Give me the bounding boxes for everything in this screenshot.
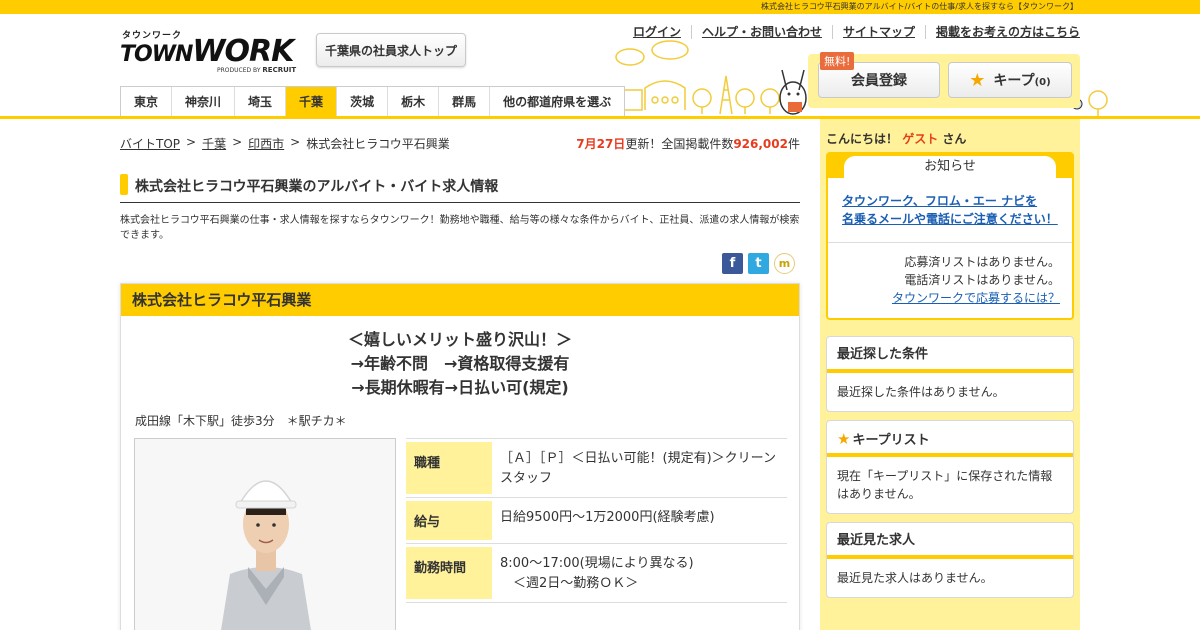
nav-tochigi[interactable]: 栃木 xyxy=(387,87,438,118)
breadcrumb-baito-top[interactable]: バイトTOP xyxy=(120,135,180,152)
access-info: 成田線「木下駅」徒歩3分 ＊駅チカ＊ xyxy=(135,414,347,428)
nav-tokyo[interactable]: 東京 xyxy=(121,87,171,118)
mixi-icon[interactable]: m xyxy=(774,253,795,274)
job-info-table: 職種 ［Ａ］［Ｐ］＜日払い可能！(規定有)＞クリーンスタッフ 給与 日給9500… xyxy=(406,438,787,603)
star-icon: ★ xyxy=(837,430,851,448)
top-strip: 株式会社ヒラコウ平石興業のアルバイト/バイトの仕事/求人を探すなら【タウンワーク… xyxy=(0,0,1200,14)
catch-copy: ＜嬉しいメリット盛り沢山！＞ →年齢不問 →資格取得支援有 →長期休暇有→日払い… xyxy=(347,330,572,397)
info-value: 8:00～17:00(現場により異なる) ＜週2日～勤務ＯＫ＞ xyxy=(500,556,694,591)
update-info: 7月27日更新！全国掲載件数926,002件 xyxy=(576,137,800,151)
nav-other-prefectures[interactable]: 他の都道府県を選ぶ xyxy=(489,87,624,118)
greeting: こんにちは！ ゲスト さん xyxy=(826,132,967,146)
townwork-logo[interactable]: タウンワーク TOWNWORK PRODUCED BY RECRUIT xyxy=(120,28,297,76)
notice-lists: 応募済リストはありません。 電話済リストはありません。 タウンワークで応募するに… xyxy=(828,243,1072,307)
top-strip-text: 株式会社ヒラコウ平石興業のアルバイト/バイトの仕事/求人を探すなら【タウンワーク… xyxy=(761,2,1078,11)
breadcrumb-current: 株式会社ヒラコウ平石興業 xyxy=(306,137,450,151)
recent-conditions-box: 最近探した条件 最近探した条件はありません。 xyxy=(826,336,1074,412)
notice-title: お知らせ xyxy=(844,156,1056,178)
logo-produced-by: PRODUCED BY RECRUIT xyxy=(217,66,297,74)
nav-gunma[interactable]: 群馬 xyxy=(438,87,489,118)
star-icon: ★ xyxy=(969,69,986,91)
advertise-link[interactable]: 掲載をお考えの方はこちら xyxy=(924,25,1080,39)
how-to-apply-link[interactable]: タウンワークで応募するには？ xyxy=(892,291,1060,305)
info-row: 職種 ［Ａ］［Ｐ］＜日払い可能！(規定有)＞クリーンスタッフ xyxy=(406,439,787,498)
recent-conditions-body: 最近探した条件はありません。 xyxy=(837,385,1005,399)
nav-kanagawa[interactable]: 神奈川 xyxy=(171,87,234,118)
breadcrumb: バイトTOP > 千葉 > 印西市 > 株式会社ヒラコウ平石興業 xyxy=(120,135,450,152)
title-bar xyxy=(120,174,128,195)
keep-list-title: キープリスト xyxy=(852,433,930,448)
pref-top-button[interactable]: 千葉県の社員求人トップ xyxy=(316,33,466,67)
page-heading: 株式会社ヒラコウ平石興業のアルバイト・バイト求人情報 xyxy=(135,179,499,195)
keep-button[interactable]: ★ キープ(0) xyxy=(948,62,1072,98)
help-link[interactable]: ヘルプ・お問い合わせ xyxy=(690,25,832,39)
page-description: 株式会社ヒラコウ平石興業の仕事・求人情報を探すならタウンワーク！勤務地や職種、給… xyxy=(120,215,800,241)
info-row: 勤務時間 8:00～17:00(現場により異なる) ＜週2日～勤務ＯＫ＞ xyxy=(406,544,787,603)
facebook-icon[interactable]: f xyxy=(722,253,743,274)
logo-word: TOWNWORK xyxy=(120,34,294,69)
notice-header: お知らせ xyxy=(828,154,1072,178)
recent-jobs-box: 最近見た求人 最近見た求人はありません。 xyxy=(826,522,1074,598)
keep-list-header: ★ キープリスト xyxy=(827,421,1073,457)
sitemap-link[interactable]: サイトマップ xyxy=(831,25,925,39)
info-value: 日給9500円～1万2000円(経験考慮) xyxy=(500,510,715,525)
keep-label: キープ xyxy=(993,73,1035,89)
keep-count: (0) xyxy=(1034,77,1051,88)
guest-name: ゲスト xyxy=(902,132,939,146)
nav-chiba[interactable]: 千葉 xyxy=(285,87,337,118)
login-link[interactable]: ログイン xyxy=(623,25,691,39)
job-card: 株式会社ヒラコウ平石興業 ＜嬉しいメリット盛り沢山！＞ →年齢不問 →資格取得支… xyxy=(120,283,800,630)
recent-jobs-title: 最近見た求人 xyxy=(827,523,1073,559)
total-count: 926,002 xyxy=(733,137,788,151)
notice-box: お知らせ タウンワーク、フロム・エー ナビを 名乗るメールや電話にご注意ください！… xyxy=(826,152,1074,320)
notice-news: タウンワーク、フロム・エー ナビを 名乗るメールや電話にご注意ください！ xyxy=(828,178,1072,243)
breadcrumb-chiba[interactable]: 千葉 xyxy=(202,135,226,152)
prefecture-nav: 東京 神奈川 埼玉 千葉 茨城 栃木 群馬 他の都道府県を選ぶ xyxy=(120,86,626,118)
header-links: ログイン ヘルプ・お問い合わせ サイトマップ 掲載をお考えの方はこちら xyxy=(623,25,1080,39)
recent-jobs-body: 最近見た求人はありません。 xyxy=(837,571,993,585)
info-label: 職種 xyxy=(406,442,492,494)
applied-list-text: 応募済リストはありません。 xyxy=(904,255,1060,269)
nav-ibaraki[interactable]: 茨城 xyxy=(336,87,387,118)
free-tag: 無料! xyxy=(820,52,855,70)
keep-list-body: 現在「キープリスト」に保存された情報はありません。 xyxy=(837,469,1053,501)
info-value: ［Ａ］［Ｐ］＜日払い可能！(規定有)＞クリーンスタッフ xyxy=(500,451,776,486)
recent-conditions-title: 最近探した条件 xyxy=(827,337,1073,373)
scam-warning-link[interactable]: タウンワーク、フロム・エー ナビを 名乗るメールや電話にご注意ください！ xyxy=(842,192,1062,228)
info-label: 勤務時間 xyxy=(406,547,492,599)
page-title: 株式会社ヒラコウ平石興業のアルバイト・バイト求人情報 xyxy=(120,174,800,203)
breadcrumb-inzai[interactable]: 印西市 xyxy=(248,135,284,152)
info-label: 給与 xyxy=(406,501,492,540)
phoned-list-text: 電話済リストはありません。 xyxy=(904,273,1060,287)
nav-saitama[interactable]: 埼玉 xyxy=(234,87,285,118)
update-date: 7月27日 xyxy=(576,137,626,151)
company-name[interactable]: 株式会社ヒラコウ平石興業 xyxy=(121,284,799,316)
share-buttons: f t m xyxy=(722,253,795,274)
info-row: 給与 日給9500円～1万2000円(経験考慮) xyxy=(406,498,787,544)
job-photo[interactable] xyxy=(134,438,396,630)
keep-list-box: ★ キープリスト 現在「キープリスト」に保存された情報はありません。 xyxy=(826,420,1074,514)
twitter-icon[interactable]: t xyxy=(748,253,769,274)
